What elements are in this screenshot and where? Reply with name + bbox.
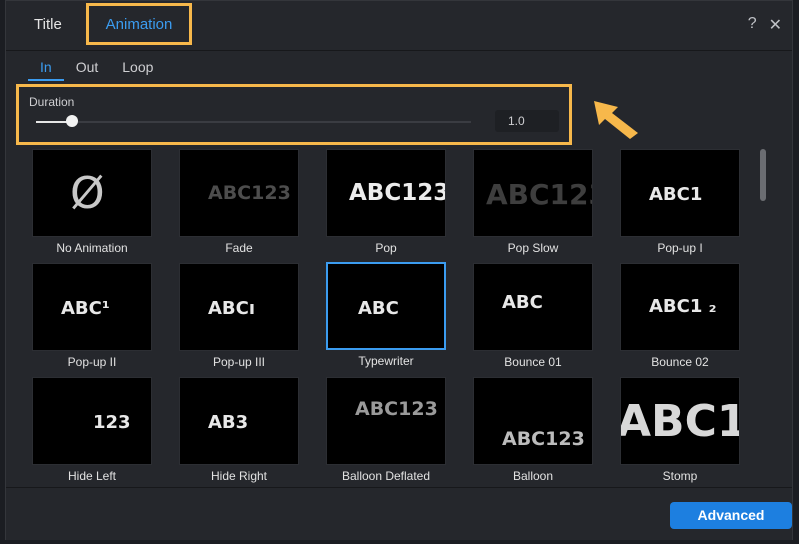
animation-item[interactable]: ABC123 Pop: [326, 149, 446, 257]
animation-label: Pop-up III: [212, 355, 266, 369]
animation-thumbnail[interactable]: ABC123: [473, 377, 593, 465]
animation-label: Fade: [225, 241, 253, 255]
animation-label: Pop-up II: [67, 355, 117, 369]
animation-preview-text: ABC1: [649, 184, 703, 205]
animation-label: Bounce 01: [504, 355, 562, 369]
animation-label: Pop: [375, 241, 397, 255]
close-icon[interactable]: ✕: [769, 15, 782, 35]
animation-item[interactable]: ABC123 Balloon: [473, 377, 593, 485]
animation-grid: ØNo AnimationABC123FadeABC123PopABC123Po…: [31, 149, 751, 487]
animation-thumbnail[interactable]: ABC¹: [32, 263, 152, 351]
animation-thumbnail[interactable]: ABC123: [179, 149, 299, 237]
animation-item[interactable]: 123 Hide Left: [32, 377, 152, 485]
animation-preview-text: AB3: [208, 412, 249, 433]
animation-item[interactable]: ABC Typewriter: [326, 262, 446, 370]
animation-preview-text: ABC1 ₂: [649, 296, 717, 317]
subtab-bar: In Out Loop: [28, 57, 165, 81]
animation-label: Bounce 02: [651, 355, 709, 369]
animation-preview-text: ABC123: [208, 182, 291, 204]
animation-preview-text: ABC123: [355, 398, 438, 420]
duration-label: Duration: [29, 95, 75, 109]
animation-item[interactable]: ABC123 Balloon Deflated: [326, 377, 446, 485]
animation-thumbnail[interactable]: ABC123: [473, 149, 593, 237]
animation-label: Typewriter: [358, 354, 414, 368]
animation-label: Pop Slow: [507, 241, 559, 255]
animation-thumbnail[interactable]: ABC: [473, 263, 593, 351]
animation-thumbnail[interactable]: Ø: [32, 149, 152, 237]
animation-thumbnail[interactable]: ABC1 ₂: [620, 263, 740, 351]
duration-section: Duration 1.0: [16, 84, 572, 145]
animation-label: Balloon Deflated: [341, 469, 431, 483]
subtab-out[interactable]: Out: [64, 57, 111, 79]
animation-dialog: Title Animation ? ✕ In Out Loop Duration…: [5, 0, 793, 540]
duration-slider-track[interactable]: [36, 121, 471, 123]
animation-item[interactable]: ABC123 Pop Slow: [473, 149, 593, 257]
animation-item[interactable]: ABC1 ₂ Bounce 02: [620, 263, 740, 371]
animation-thumbnail[interactable]: ABC123: [620, 377, 740, 465]
animation-preview-text: ABCı: [208, 298, 256, 319]
animation-preview-text: ABC123: [486, 178, 592, 211]
animation-preview-text: ABC: [502, 292, 543, 313]
tab-title[interactable]: Title: [34, 11, 62, 39]
animation-preview-text: ABC123: [349, 180, 446, 206]
subtab-in[interactable]: In: [28, 57, 64, 81]
animation-thumbnail[interactable]: ABC123: [326, 149, 446, 237]
animation-thumbnail[interactable]: ABC1: [620, 149, 740, 237]
animation-label: No Animation: [56, 241, 128, 255]
duration-slider-handle[interactable]: [66, 115, 79, 127]
animation-label: Hide Left: [67, 469, 117, 483]
animation-label: Pop-up I: [657, 241, 703, 255]
animation-thumbnail[interactable]: ABC: [326, 262, 446, 350]
tab-animation[interactable]: Animation: [86, 3, 192, 45]
animation-item[interactable]: Ø No Animation: [32, 149, 152, 257]
subtab-loop[interactable]: Loop: [110, 57, 165, 79]
animation-item[interactable]: ABC Bounce 01: [473, 263, 593, 371]
animation-preview-text: ABC¹: [61, 298, 110, 319]
advanced-button[interactable]: Advanced: [670, 502, 792, 529]
dialog-header: Title Animation ? ✕: [6, 1, 792, 51]
animation-item[interactable]: ABC123 Stomp: [620, 377, 740, 485]
duration-value-field[interactable]: 1.0: [495, 110, 559, 132]
animation-item[interactable]: ABCı Pop-up III: [179, 263, 299, 371]
animation-preview-text: ABC123: [620, 396, 739, 447]
animation-preview-text: 123: [93, 412, 131, 433]
pointer-arrow-icon: [594, 101, 638, 139]
help-icon[interactable]: ?: [748, 15, 757, 35]
animation-thumbnail[interactable]: AB3: [179, 377, 299, 465]
dialog-footer: Advanced: [6, 487, 792, 540]
animation-thumbnail[interactable]: ABC123: [326, 377, 446, 465]
animation-item[interactable]: ABC¹ Pop-up II: [32, 263, 152, 371]
animation-item[interactable]: AB3 Hide Right: [179, 377, 299, 485]
grid-scrollbar[interactable]: [760, 149, 766, 201]
animation-item[interactable]: ABC123 Fade: [179, 149, 299, 257]
animation-preview-text: ABC123: [502, 428, 585, 450]
animation-thumbnail[interactable]: ABCı: [179, 263, 299, 351]
animation-thumbnail[interactable]: 123: [32, 377, 152, 465]
animation-label: Hide Right: [210, 469, 268, 483]
animation-label: Stomp: [662, 469, 698, 483]
animation-item[interactable]: ABC1 Pop-up I: [620, 149, 740, 257]
animation-label: Balloon: [512, 469, 554, 483]
animation-preview-text: ABC: [358, 298, 399, 319]
header-icons: ? ✕: [748, 15, 782, 35]
no-animation-icon: Ø: [70, 168, 105, 219]
